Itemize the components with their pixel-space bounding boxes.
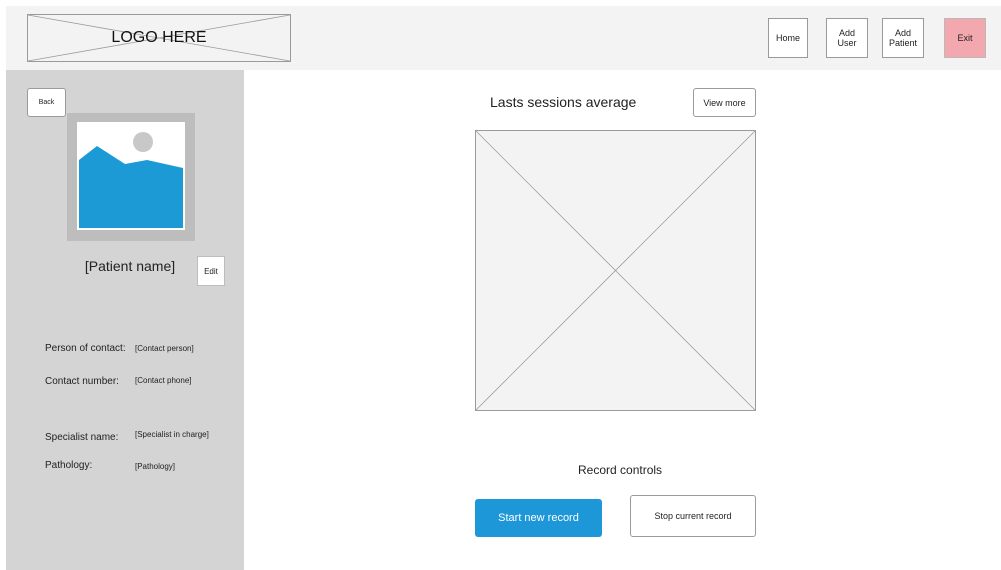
chart-cross-icon bbox=[476, 131, 755, 410]
exit-button[interactable]: Exit bbox=[944, 18, 986, 58]
contact-number-value: [Contact phone] bbox=[135, 376, 192, 385]
specialist-label: Specialist name: bbox=[45, 432, 119, 443]
add-patient-button[interactable]: Add Patient bbox=[882, 18, 924, 58]
specialist-value: [Specialist in charge] bbox=[135, 430, 209, 439]
start-record-button[interactable]: Start new record bbox=[475, 499, 602, 537]
contact-number-label: Contact number: bbox=[45, 376, 119, 387]
chart-placeholder bbox=[475, 130, 756, 411]
back-button[interactable]: Back bbox=[27, 88, 66, 117]
logo-text: LOGO HERE bbox=[111, 29, 207, 46]
pathology-value: [Pathology] bbox=[135, 462, 176, 471]
stop-record-button[interactable]: Stop current record bbox=[630, 495, 756, 537]
logo-placeholder: LOGO HERE bbox=[27, 14, 291, 62]
image-placeholder-icon bbox=[77, 122, 185, 230]
chart-title: Lasts sessions average bbox=[490, 94, 637, 110]
avatar bbox=[77, 122, 185, 230]
contact-person-value: [Contact person] bbox=[135, 344, 194, 353]
record-controls-title: Record controls bbox=[578, 463, 663, 477]
view-more-button[interactable]: View more bbox=[693, 88, 756, 117]
pathology-label: Pathology: bbox=[45, 460, 93, 471]
edit-button[interactable]: Edit bbox=[197, 256, 225, 286]
home-button[interactable]: Home bbox=[768, 18, 808, 58]
contact-person-label: Person of contact: bbox=[45, 343, 126, 354]
add-user-button[interactable]: Add User bbox=[826, 18, 868, 58]
patient-name: [Patient name] bbox=[84, 258, 176, 274]
